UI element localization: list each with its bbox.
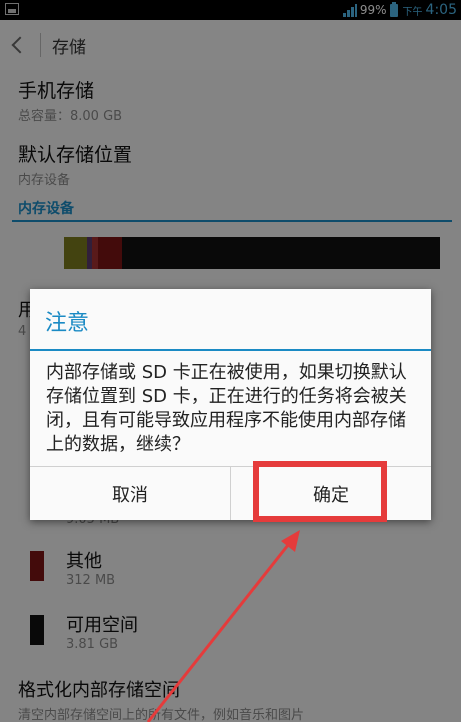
dialog-message: 内部存储或 SD 卡正在被使用，如果切换默认存储位置到 SD 卡，正在进行的任务… bbox=[46, 362, 407, 455]
dialog-title-divider bbox=[30, 349, 431, 351]
storage-settings-screen: 99% 下午 4:05 存储 手机存储 总容量：8.00 GB 默认存储位置 内… bbox=[0, 0, 461, 722]
cancel-button[interactable]: 取消 bbox=[30, 467, 230, 520]
annotation-highlight-box bbox=[253, 461, 387, 522]
dialog-title: 注意 bbox=[45, 311, 90, 336]
